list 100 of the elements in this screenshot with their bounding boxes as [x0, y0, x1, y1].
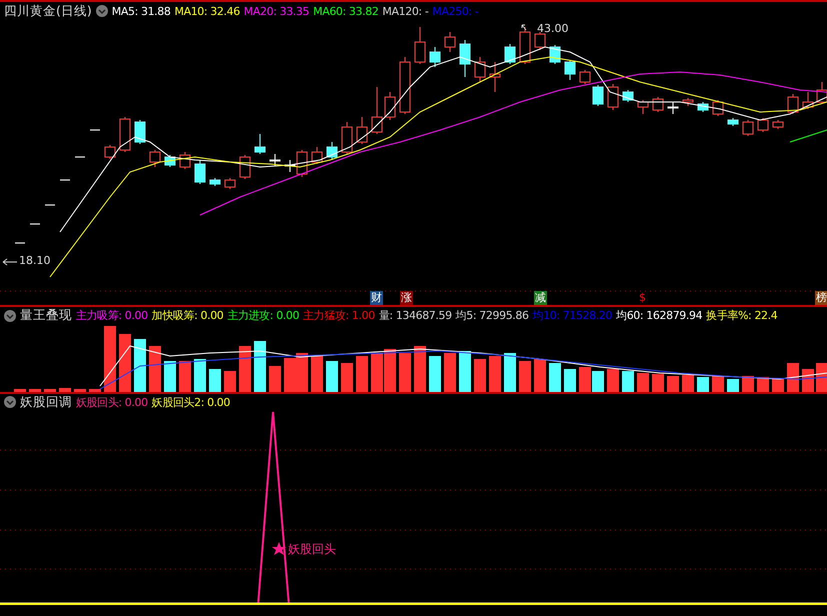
candlestick [652, 96, 664, 112]
indicator-value: 妖股回头: 0.00 [76, 394, 148, 410]
candlestick [788, 94, 798, 114]
volume-bar [326, 361, 338, 392]
price-dash [44, 204, 56, 206]
dropdown-icon[interactable] [4, 396, 16, 408]
volume-bar [284, 358, 296, 392]
volume-bar [489, 356, 501, 392]
volume-bar [414, 346, 426, 392]
volume-bar [429, 356, 441, 392]
candlestick [164, 154, 176, 168]
indicator-value: MA250: - [432, 4, 478, 18]
candlestick [712, 100, 724, 116]
candlestick [490, 62, 500, 92]
price-dash [74, 156, 86, 158]
indicator-value: MA10: 32.46 [174, 4, 240, 18]
candlestick [430, 46, 440, 68]
volume-bar [549, 363, 561, 392]
volume-bar [134, 339, 146, 392]
indicator-value: MA60: 33.82 [313, 4, 378, 18]
candlestick [326, 142, 338, 160]
indicator-value: 主力吸筹: 0.00 [76, 308, 148, 323]
volume-bar [727, 379, 739, 392]
indicator-value: 加快吸筹: 0.00 [152, 308, 224, 323]
indicator-value: 均5: 72995.86 [456, 308, 529, 323]
volume-bar [74, 389, 86, 392]
volume-bar [119, 334, 131, 392]
candlestick [728, 118, 738, 126]
volume-bar [787, 363, 799, 392]
volume-bar [194, 359, 206, 392]
candlestick [622, 90, 634, 102]
signal-marker: 榜 [815, 291, 827, 305]
candlestick [104, 144, 116, 160]
volume-bar [697, 377, 709, 392]
volume-bar [179, 361, 191, 392]
volume-bar [607, 369, 619, 392]
signal-marker: 减 [534, 291, 547, 305]
volume-bar [104, 326, 116, 392]
candlestick [150, 150, 160, 168]
volume-bar [579, 367, 591, 392]
candlestick [342, 122, 352, 154]
indicator-value: 妖股回头2: 0.00 [152, 394, 230, 410]
panel-title: 妖股回调 [20, 394, 72, 410]
panel-title: 量王叠现 [20, 307, 72, 324]
volume-bar [14, 389, 26, 392]
indicator-value: MA20: 33.35 [244, 4, 310, 18]
candlestick [474, 56, 486, 82]
volume-bar [164, 361, 176, 392]
candlestick [384, 92, 396, 120]
volume-bar [59, 388, 71, 392]
candlestick [254, 134, 266, 154]
candlestick [444, 32, 456, 52]
volume-bar [311, 356, 323, 392]
volume-bar [384, 349, 396, 392]
candlestick [120, 116, 130, 152]
candlestick [608, 84, 618, 110]
ma60-line [790, 130, 827, 142]
candlestick [194, 160, 206, 184]
low-price-label: 18.10 [19, 254, 50, 267]
volume-bar [757, 377, 769, 392]
volume-bar [341, 363, 353, 392]
volume-bar [44, 389, 56, 392]
volume-bar [209, 369, 221, 392]
volume-bar [269, 366, 281, 392]
volume-bar [816, 363, 827, 392]
volume-bar [224, 371, 236, 392]
indicator-value: MA120: - [382, 4, 428, 18]
volume-bar [89, 389, 101, 392]
volume-bar [474, 359, 486, 392]
candlestick [312, 146, 322, 164]
volume-bar [802, 369, 814, 392]
volume-bar [682, 375, 694, 392]
indicator-value: 换手率%: 22.4 [706, 308, 778, 323]
volume-bar [712, 376, 724, 392]
candlestick [460, 40, 470, 78]
volume-bar [564, 369, 576, 392]
dropdown-icon[interactable] [4, 310, 16, 322]
high-arrow-icon [522, 24, 526, 30]
stock-title: 四川黄金(日线) [4, 2, 92, 20]
candlestick [270, 154, 280, 166]
indicator-value: 均10: 71528.20 [532, 308, 612, 323]
candlestick [520, 26, 530, 64]
volume-bar [356, 356, 368, 392]
volume-bar [504, 353, 516, 392]
low-arrow-icon [2, 258, 18, 266]
volume-bar [742, 376, 754, 392]
volume-bar [652, 374, 664, 392]
volume-bar [772, 379, 784, 392]
volume-bar [592, 371, 604, 392]
candlestick [240, 154, 250, 180]
volume-bar [239, 346, 251, 392]
candlestick [224, 178, 236, 190]
indicator-value: 均60: 162879.94 [616, 308, 702, 323]
signal-marker: $ [638, 291, 647, 305]
volume-bar [519, 361, 531, 392]
dropdown-icon[interactable] [96, 5, 108, 17]
candlestick [210, 178, 220, 186]
volume-bar [371, 353, 383, 392]
volume-bar [399, 353, 411, 392]
volume-bar [459, 351, 471, 392]
